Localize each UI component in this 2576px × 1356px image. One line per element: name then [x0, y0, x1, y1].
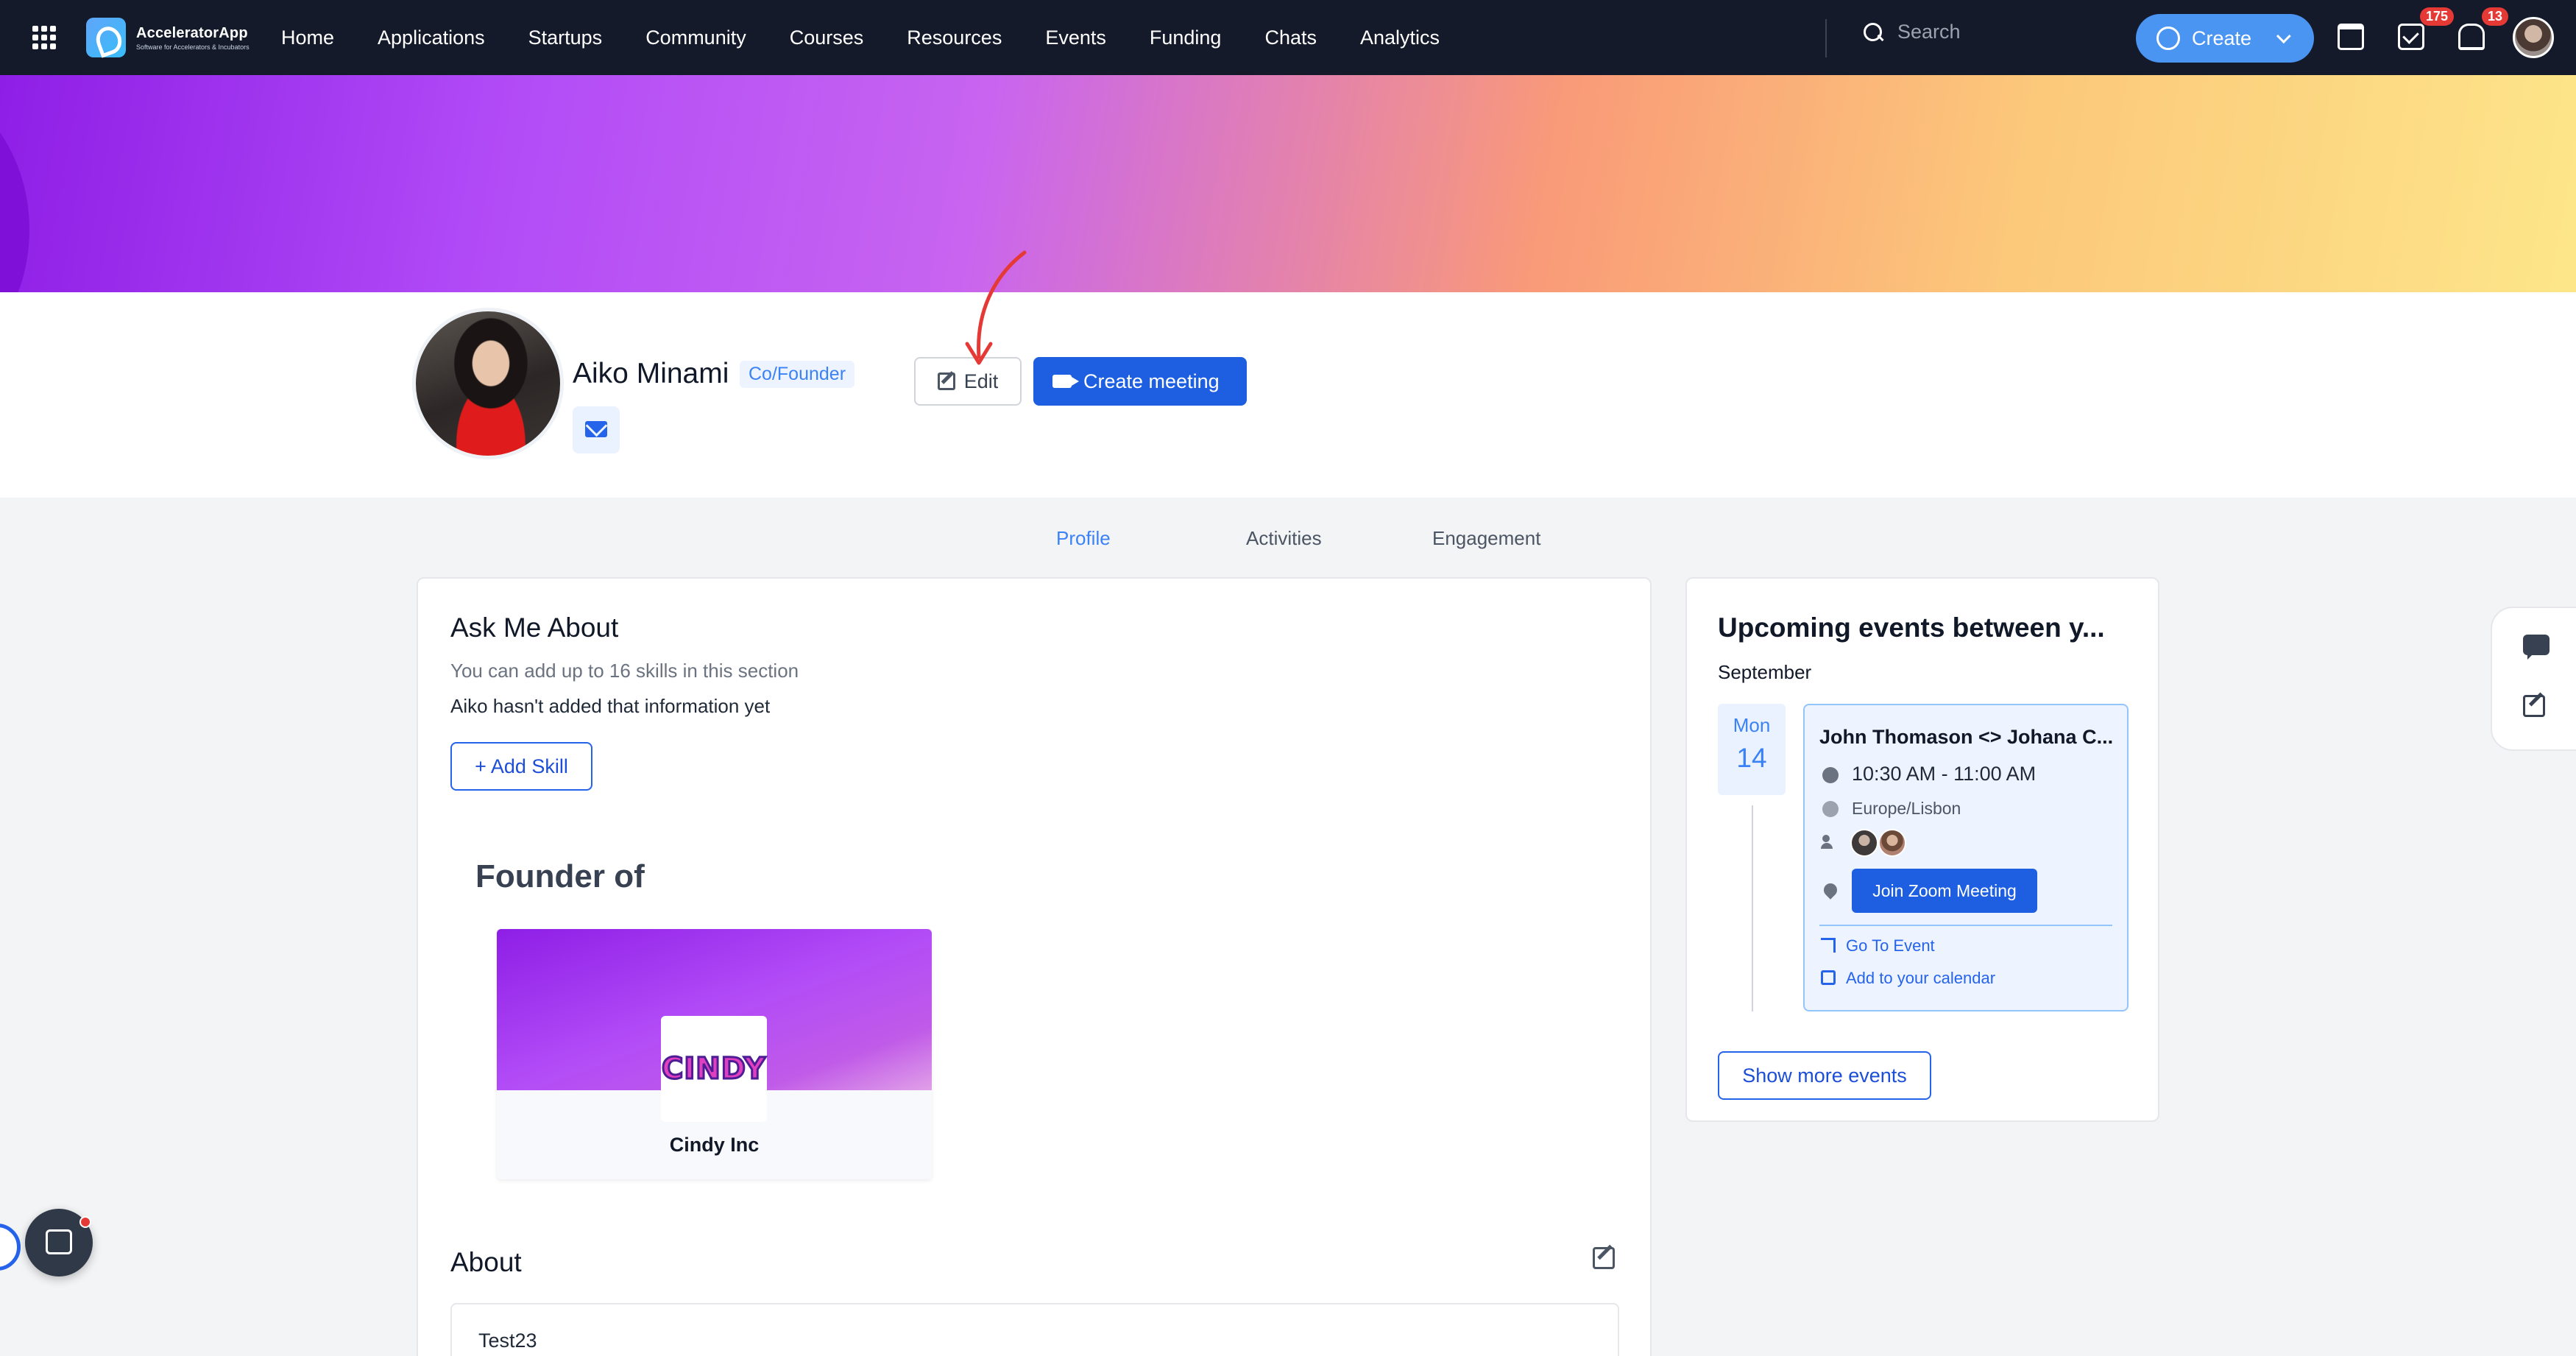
- add-to-calendar-link[interactable]: Add to your calendar: [1846, 969, 1995, 988]
- show-more-events-button[interactable]: Show more events: [1718, 1051, 1931, 1100]
- nav-courses[interactable]: Courses: [790, 27, 864, 49]
- skills-empty-message: Aiko hasn't added that information yet: [450, 695, 771, 717]
- create-label: Create: [2192, 27, 2252, 49]
- edit-icon: [937, 372, 955, 390]
- tab-engagement[interactable]: Engagement: [1432, 527, 1540, 550]
- founder-of-heading: Founder of: [475, 858, 645, 894]
- event-time: 10:30 AM - 11:00 AM: [1852, 763, 2037, 785]
- event-timeline: [1752, 805, 1753, 1011]
- about-box: [450, 1303, 1619, 1356]
- search-icon: [1862, 21, 1884, 43]
- role-badge: Co/Founder: [740, 361, 855, 388]
- event-timezone: Europe/Lisbon: [1852, 799, 1961, 818]
- upcoming-events-heading: Upcoming events between y...: [1718, 612, 2105, 643]
- search-box[interactable]: [1862, 21, 2118, 43]
- tab-profile[interactable]: Profile: [1056, 527, 1111, 550]
- attendee-avatar[interactable]: [1878, 829, 1906, 857]
- go-to-event-link[interactable]: Go To Event: [1846, 936, 1935, 956]
- create-meeting-label: Create meeting: [1083, 370, 1220, 392]
- video-camera-icon: [1052, 375, 1079, 388]
- create-meeting-button[interactable]: Create meeting: [1033, 357, 1247, 406]
- startup-name: Cindy Inc: [669, 1134, 760, 1156]
- notifications-count-badge: 13: [2482, 7, 2509, 26]
- tab-activities[interactable]: Activities: [1246, 527, 1322, 550]
- notes-edit-icon[interactable]: [2523, 695, 2545, 717]
- bell-icon[interactable]: [2458, 24, 2485, 50]
- profile-header: [0, 292, 2576, 498]
- tasks-count-badge: 175: [2420, 7, 2455, 26]
- event-item: [1803, 704, 2129, 1011]
- profile-name: Aiko Minami: [573, 358, 729, 389]
- about-edit-icon[interactable]: [1593, 1247, 1615, 1269]
- attendee-avatar[interactable]: [1850, 829, 1878, 857]
- nav-applications[interactable]: Applications: [378, 27, 485, 49]
- startup-logo: CINDY: [661, 1016, 767, 1122]
- edit-label: Edit: [963, 370, 999, 392]
- nav-analytics[interactable]: Analytics: [1360, 27, 1440, 49]
- join-zoom-button[interactable]: Join Zoom Meeting: [1852, 869, 2037, 913]
- event-divider: [1819, 925, 2112, 926]
- event-day: 14: [1736, 743, 1767, 773]
- envelope-icon: [585, 421, 607, 437]
- skills-hint: You can add up to 16 skills in this sect…: [450, 660, 799, 682]
- unread-dot: [79, 1216, 91, 1228]
- globe-icon: [1822, 801, 1839, 817]
- clock-icon: [1822, 767, 1839, 783]
- nav-community[interactable]: Community: [645, 27, 746, 49]
- nav-resources[interactable]: Resources: [907, 27, 1002, 49]
- app-logo[interactable]: AcceleratorApp Software for Accelerators…: [86, 18, 250, 57]
- chat-bubble-icon: [46, 1229, 72, 1254]
- floating-side-panel: [2491, 607, 2576, 751]
- top-nav: AcceleratorApp Software for Accelerators…: [0, 0, 2576, 75]
- about-heading: About: [450, 1247, 522, 1277]
- nav-funding[interactable]: Funding: [1150, 27, 1222, 49]
- nav-divider: [1825, 19, 1827, 57]
- startup-logo-text: CINDY: [661, 1051, 767, 1087]
- chat-icon[interactable]: [2523, 635, 2550, 660]
- tasks-icon[interactable]: [2398, 24, 2424, 50]
- nav-chats[interactable]: Chats: [1264, 27, 1317, 49]
- search-input[interactable]: [1897, 21, 2118, 43]
- attendees-icon: [1821, 835, 1840, 850]
- chevron-down-icon: [2276, 29, 2291, 44]
- help-widget-button[interactable]: [0, 1223, 21, 1271]
- profile-cover-banner: [0, 75, 2576, 292]
- annotation-arrow: [965, 250, 1027, 365]
- calendar-add-icon: [1821, 970, 1836, 985]
- rocket-logo-icon: [86, 18, 126, 57]
- nav-events[interactable]: Events: [1045, 27, 1106, 49]
- logo-title: AcceleratorApp: [136, 24, 248, 41]
- create-button[interactable]: Create: [2136, 14, 2314, 63]
- event-title[interactable]: John Thomason <> Johana C...: [1819, 726, 2113, 749]
- logo-subtitle: Software for Accelerators & Incubators: [136, 43, 250, 51]
- event-date-chip: Mon 14: [1718, 704, 1786, 795]
- apps-grid-icon[interactable]: [32, 26, 56, 49]
- user-avatar[interactable]: [2513, 17, 2554, 58]
- nav-home[interactable]: Home: [281, 27, 334, 49]
- startup-card[interactable]: CINDY Cindy Inc: [497, 929, 932, 1179]
- ask-me-about-heading: Ask Me About: [450, 612, 619, 643]
- events-month: September: [1718, 661, 1812, 683]
- arrow-up-right-icon: [1821, 938, 1836, 953]
- nav-startups[interactable]: Startups: [528, 27, 603, 49]
- calendar-icon[interactable]: [2338, 24, 2364, 50]
- rocket-icon: [2156, 27, 2180, 50]
- nav-links: Home Applications Startups Community Cou…: [281, 0, 1483, 75]
- profile-avatar: [412, 308, 564, 459]
- add-skill-button[interactable]: + Add Skill: [450, 742, 592, 791]
- event-day-of-week: Mon: [1733, 714, 1771, 736]
- about-text: Test23: [478, 1329, 537, 1352]
- email-button[interactable]: [573, 406, 620, 453]
